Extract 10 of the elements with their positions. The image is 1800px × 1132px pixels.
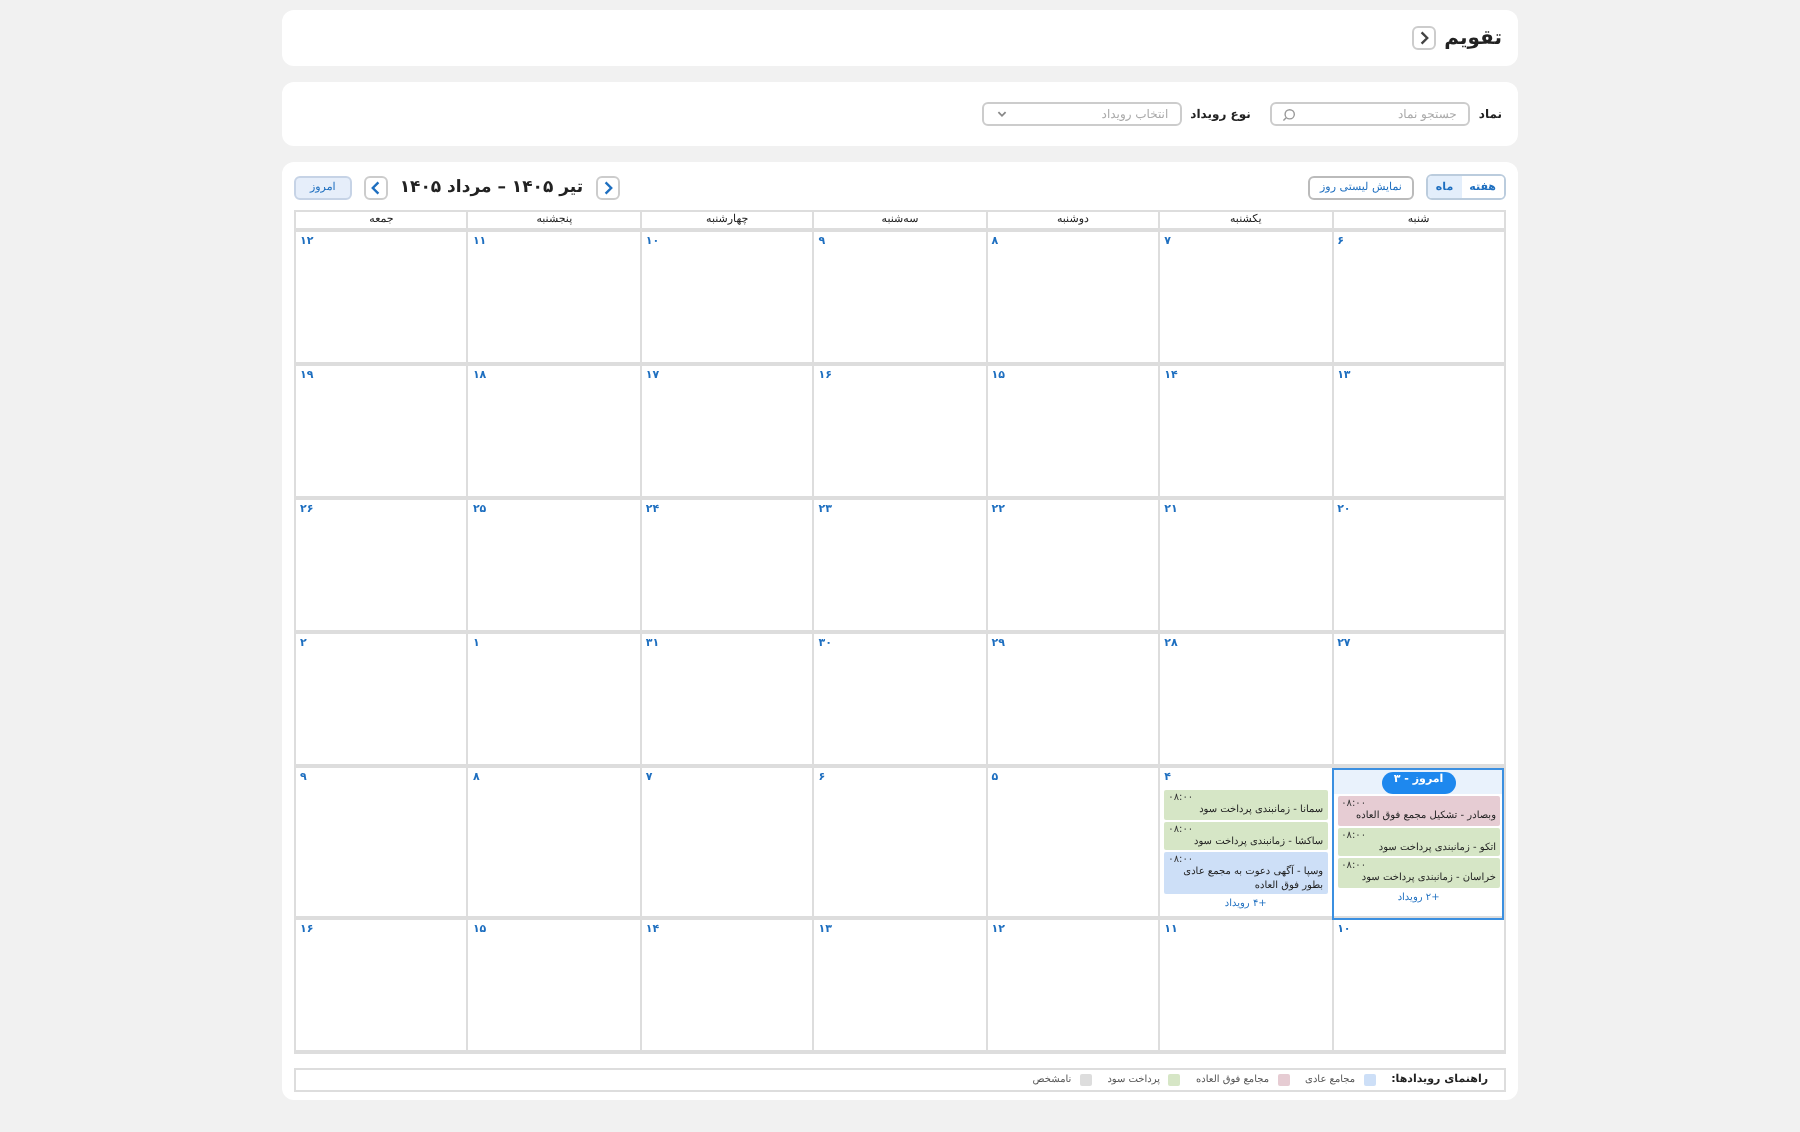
next-button[interactable]: [595, 175, 620, 199]
date-range-title: تیر ۱۴۰۵ – مرداد ۱۴۰۵: [399, 177, 584, 197]
chevron-icon: [599, 179, 616, 195]
previous-button[interactable]: [363, 175, 388, 199]
search-icon: [1282, 108, 1297, 122]
page-title: تقویم: [1444, 27, 1502, 49]
caret-icon: [996, 108, 1009, 120]
back-button[interactable]: [1412, 26, 1437, 50]
chevron-icon: [1416, 30, 1433, 46]
chevron-icon: [367, 179, 384, 195]
